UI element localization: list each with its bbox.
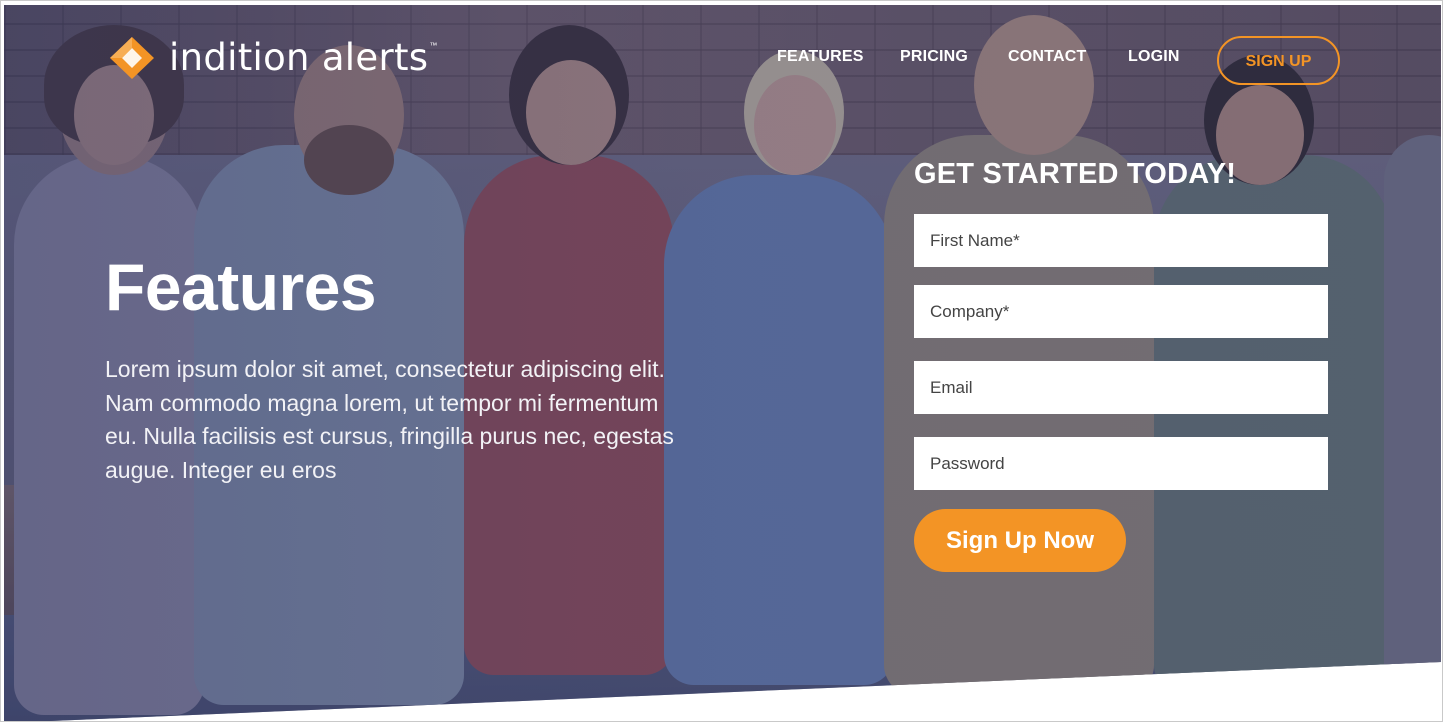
password-field[interactable] [914, 437, 1328, 490]
sign-up-now-button[interactable]: Sign Up Now [914, 509, 1126, 572]
nav-features[interactable]: FEATURES [777, 48, 864, 66]
page-title: Features [105, 250, 377, 324]
nav-pricing[interactable]: PRICING [900, 48, 968, 66]
trademark-symbol: ™ [429, 41, 438, 50]
nav-contact[interactable]: CONTACT [1008, 48, 1086, 66]
brand-name: indition alerts [169, 36, 429, 79]
first-name-field[interactable] [914, 214, 1328, 267]
email-field[interactable] [914, 361, 1328, 414]
nav-login[interactable]: LOGIN [1128, 48, 1180, 66]
company-field[interactable] [914, 285, 1328, 338]
logo[interactable]: indition alerts ™ [105, 35, 437, 81]
hero-description: Lorem ipsum dolor sit amet, consectetur … [105, 356, 674, 483]
form-title: GET STARTED TODAY! [914, 158, 1237, 190]
page-frame: indition alerts ™ FEATURES PRICING CONTA… [0, 0, 1443, 722]
nav-signup-button[interactable]: SIGN UP [1217, 36, 1340, 85]
diamond-logo-icon [105, 35, 159, 81]
